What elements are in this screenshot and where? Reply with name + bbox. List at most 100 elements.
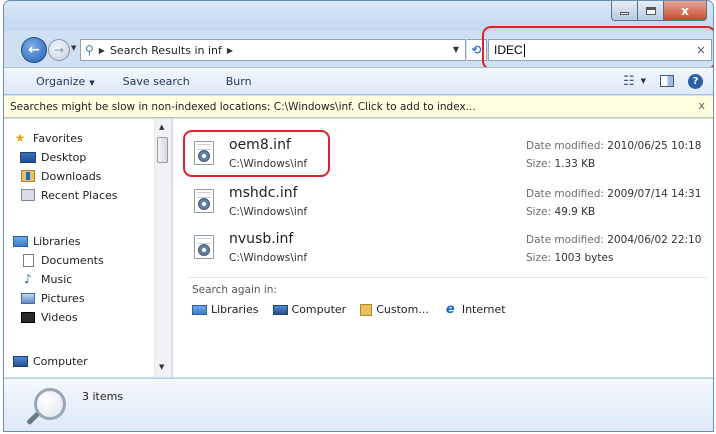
navigation-pane: ★ Favorites Desktop Downloads Recent Plac…: [4, 119, 172, 377]
search-input-value[interactable]: IDEC: [494, 43, 525, 58]
info-bar-message[interactable]: Searches might be slow in non-indexed lo…: [10, 101, 476, 113]
search-again-label: Search again in:: [192, 284, 277, 296]
scroll-down-icon[interactable]: ▼: [159, 363, 164, 371]
chevron-down-icon: ▼: [89, 78, 95, 87]
file-path: C:\Windows\inf: [229, 252, 308, 264]
search-again-libraries[interactable]: Libraries: [192, 303, 259, 316]
search-again-options: Libraries Computer Custom... e Internet: [192, 302, 520, 317]
documents-icon: [22, 253, 34, 267]
index-info-bar[interactable]: Searches might be slow in non-indexed lo…: [4, 96, 713, 118]
toolbar-right: ☷ ▼ ?: [623, 68, 713, 94]
file-path: C:\Windows\inf: [229, 158, 308, 170]
file-name[interactable]: nvusb.inf: [229, 231, 293, 247]
recent-places-icon: [21, 189, 35, 201]
nav-item-videos[interactable]: Videos: [20, 310, 78, 324]
list-item[interactable]: oem8.inf C:\Windows\inf Date modified: 2…: [173, 131, 713, 175]
explorer-window: x ← → ▼ ⚲ ▶ Search Results in inf ▶ ▼ ⟲ …: [3, 0, 714, 432]
breadcrumb-location[interactable]: Search Results in inf: [110, 44, 222, 57]
videos-icon: [21, 311, 35, 323]
details-pane: 3 items: [4, 378, 713, 431]
refresh-icon: ⟲: [471, 43, 482, 57]
nav-item-libraries[interactable]: Libraries: [12, 234, 81, 248]
list-item[interactable]: mshdc.inf C:\Windows\inf Date modified: …: [173, 179, 713, 223]
maximize-icon: [645, 6, 656, 15]
navigation-row: ← → ▼ ⚲ ▶ Search Results in inf ▶ ▼ ⟲ ID…: [4, 31, 713, 65]
file-date-modified: Date modified: 2009/07/14 14:31: [526, 188, 702, 200]
file-date-modified: Date modified: 2004/06/02 22:10: [526, 234, 702, 246]
info-bar-close-button[interactable]: x: [698, 99, 705, 112]
breadcrumb-separator-icon[interactable]: ▶: [99, 46, 105, 55]
file-size: Size: 1.33 KB: [526, 158, 596, 170]
recent-pages-dropdown[interactable]: ▼: [71, 44, 76, 52]
save-search-button[interactable]: Save search: [123, 75, 190, 88]
search-again-internet[interactable]: e Internet: [443, 302, 506, 317]
file-path: C:\Windows\inf: [229, 206, 308, 218]
minimize-button[interactable]: [611, 1, 638, 21]
maximize-button[interactable]: [638, 1, 664, 21]
folder-icon: [360, 303, 373, 316]
setup-file-icon: [194, 141, 214, 165]
refresh-button[interactable]: ⟲: [467, 39, 487, 61]
scrollbar-thumb[interactable]: [157, 137, 168, 163]
gear-icon: [198, 198, 210, 210]
change-view-icon[interactable]: ☷: [623, 74, 635, 89]
text-caret: [523, 44, 525, 58]
caption-buttons: x: [611, 1, 707, 21]
search-again-custom[interactable]: Custom...: [360, 303, 429, 316]
close-icon: x: [681, 3, 689, 18]
command-toolbar: Organize ▼ Save search Burn ☷ ▼ ?: [4, 67, 713, 95]
back-button[interactable]: ←: [21, 37, 47, 63]
forward-arrow-icon: →: [53, 43, 65, 57]
desktop-icon: [20, 151, 36, 163]
help-icon[interactable]: ?: [688, 73, 703, 89]
view-options-dropdown[interactable]: ▼: [641, 77, 646, 85]
clear-search-button[interactable]: ×: [696, 43, 706, 57]
file-name[interactable]: mshdc.inf: [229, 185, 298, 201]
nav-item-computer[interactable]: Computer: [12, 354, 88, 368]
burn-button[interactable]: Burn: [226, 75, 252, 88]
minimize-icon: [620, 12, 629, 15]
scroll-up-icon[interactable]: ▲: [159, 123, 164, 131]
music-icon: ♪: [24, 272, 32, 286]
address-dropdown-icon[interactable]: ▼: [453, 45, 459, 54]
libraries-icon: [12, 235, 28, 247]
nav-item-downloads[interactable]: Downloads: [20, 169, 101, 183]
downloads-icon: [21, 170, 35, 182]
nav-item-documents[interactable]: Documents: [20, 253, 104, 267]
nav-item-favorites[interactable]: ★ Favorites: [12, 131, 83, 145]
results-pane: oem8.inf C:\Windows\inf Date modified: 2…: [173, 119, 713, 377]
organize-button[interactable]: Organize ▼: [36, 75, 95, 88]
gear-icon: [198, 244, 210, 256]
search-input[interactable]: IDEC ×: [488, 39, 712, 61]
search-folder-icon: ⚲: [85, 43, 94, 57]
item-count: 3 items: [82, 390, 124, 403]
libraries-icon: [192, 304, 207, 315]
file-name[interactable]: oem8.inf: [229, 137, 291, 153]
close-button[interactable]: x: [664, 1, 707, 21]
nav-item-pictures[interactable]: Pictures: [20, 291, 85, 305]
list-item[interactable]: nvusb.inf C:\Windows\inf Date modified: …: [173, 225, 713, 269]
internet-explorer-icon: e: [445, 302, 455, 317]
divider: [187, 277, 707, 278]
magnifier-handle: [26, 411, 40, 426]
nav-item-music[interactable]: ♪ Music: [20, 272, 72, 286]
star-icon: ★: [14, 131, 26, 145]
nav-item-desktop[interactable]: Desktop: [20, 150, 86, 164]
file-size: Size: 49.9 KB: [526, 206, 596, 218]
navigation-scrollbar[interactable]: ▲ ▼: [154, 119, 171, 377]
preview-pane-icon[interactable]: [660, 75, 674, 87]
search-again-computer[interactable]: Computer: [272, 303, 346, 316]
computer-icon: [12, 355, 28, 367]
breadcrumb-separator-icon[interactable]: ▶: [227, 46, 233, 55]
file-date-modified: Date modified: 2010/06/25 10:18: [526, 140, 702, 152]
back-arrow-icon: ←: [28, 42, 40, 58]
gear-icon: [198, 150, 210, 162]
forward-button[interactable]: →: [48, 39, 70, 61]
computer-icon: [272, 304, 288, 315]
nav-item-recent-places[interactable]: Recent Places: [20, 188, 118, 202]
file-size: Size: 1003 bytes: [526, 252, 614, 264]
title-bar[interactable]: x: [4, 1, 713, 31]
setup-file-icon: [194, 235, 214, 259]
pictures-icon: [21, 292, 35, 304]
address-bar[interactable]: ⚲ ▶ Search Results in inf ▶ ▼: [80, 39, 466, 61]
